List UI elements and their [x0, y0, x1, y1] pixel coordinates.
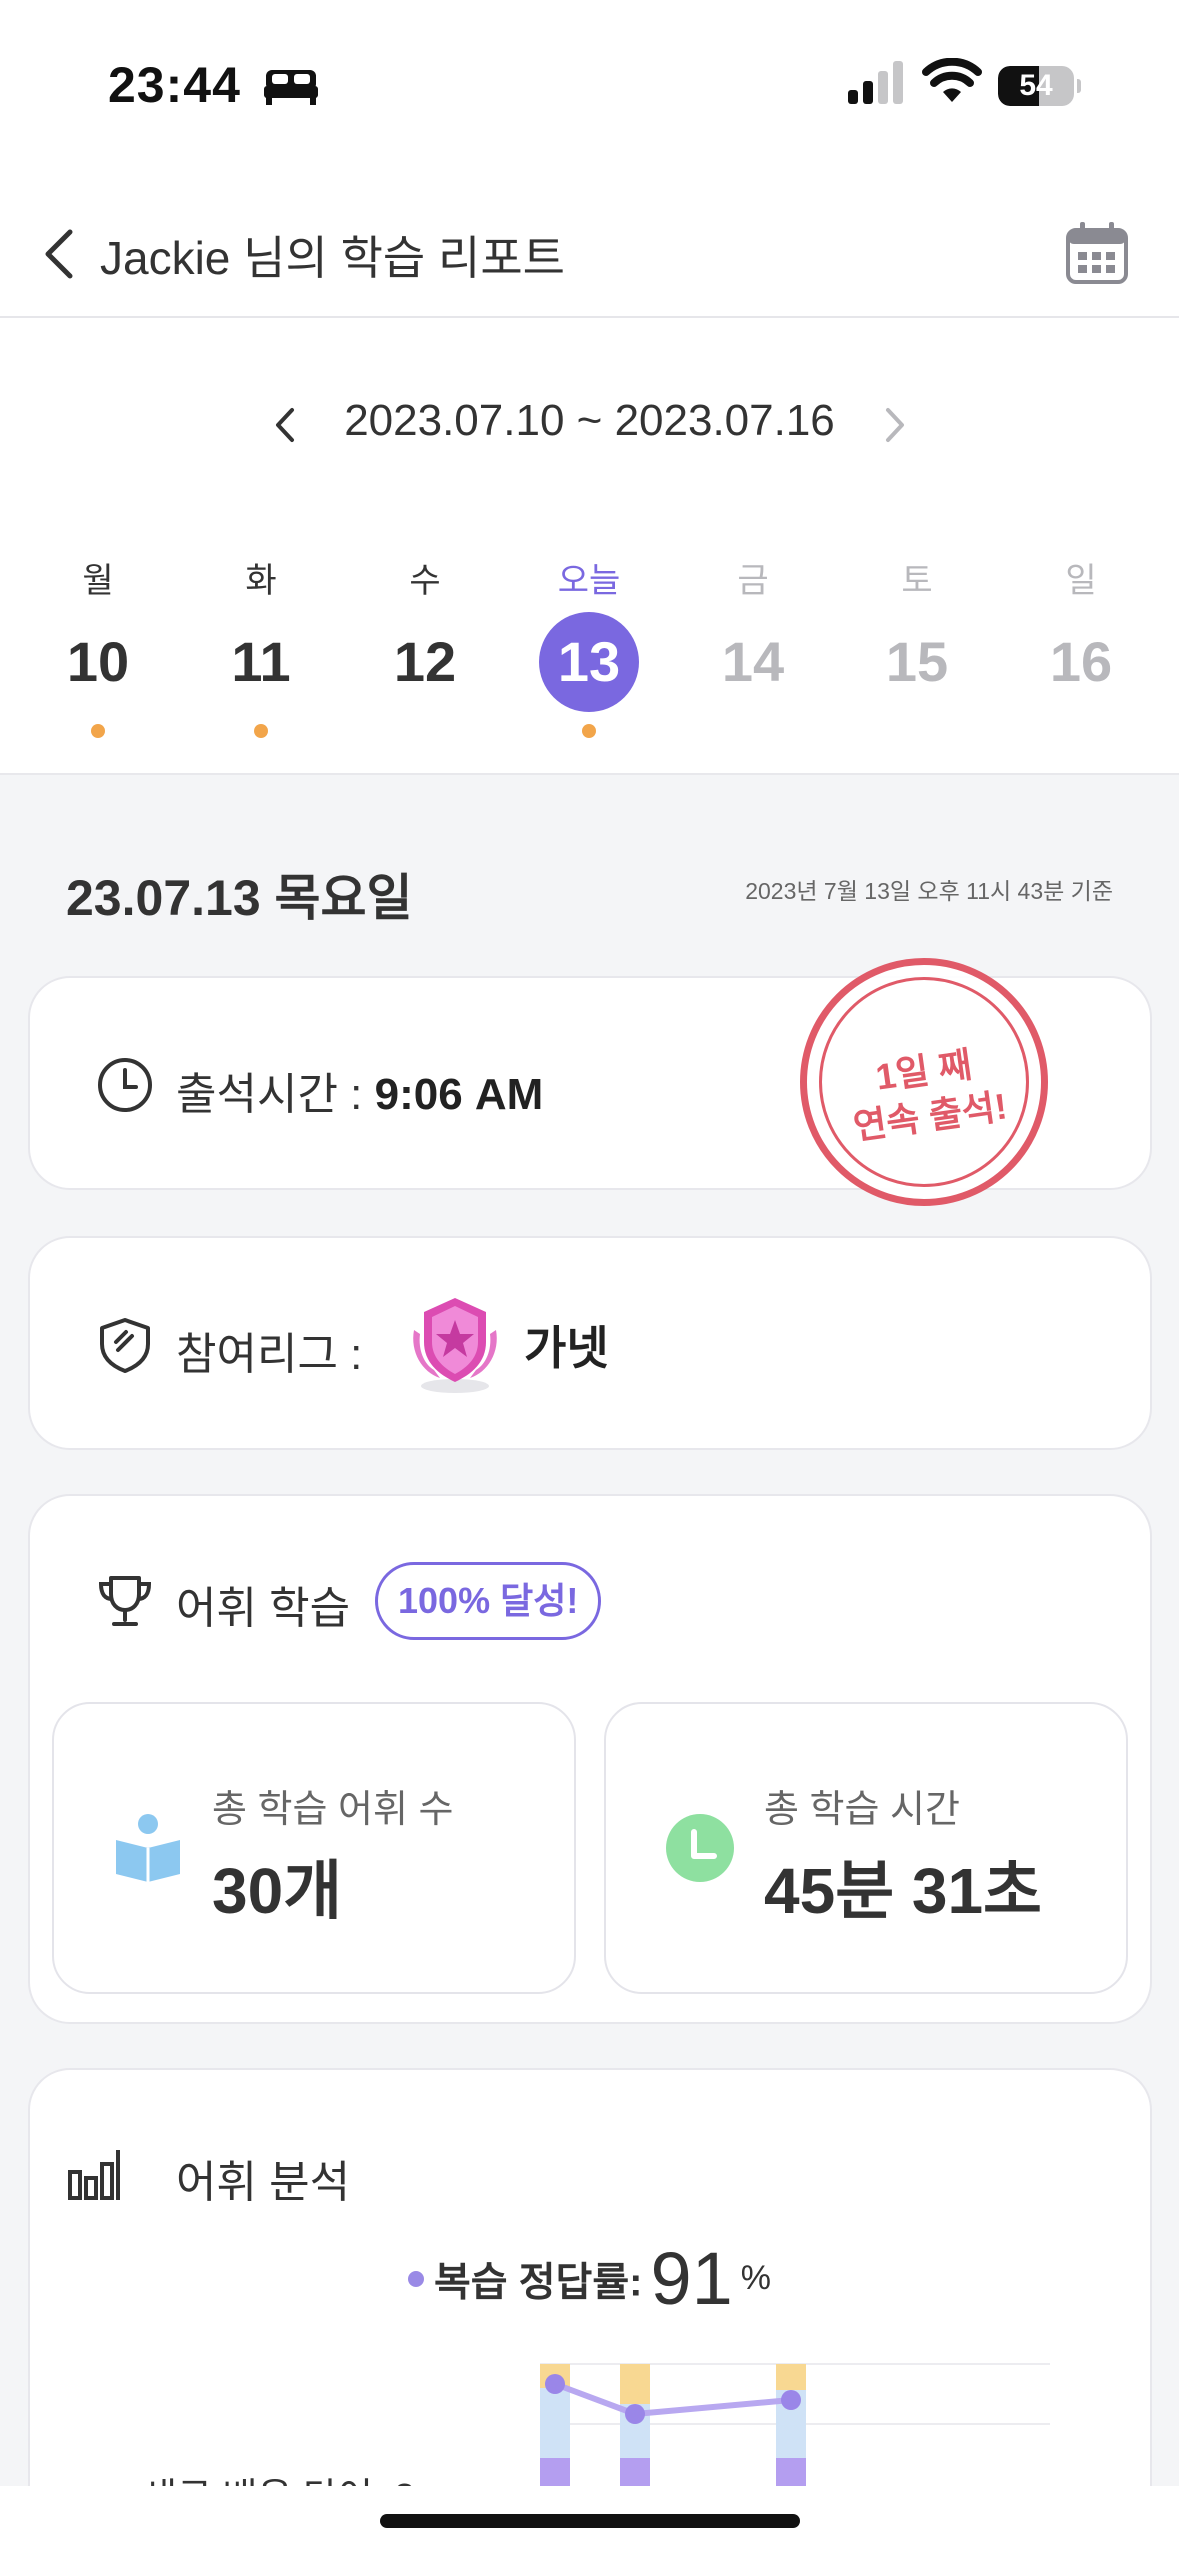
attendance-time: 9:06 AM [374, 1070, 544, 1119]
garnet-league-badge-icon [413, 1298, 497, 1393]
day-6[interactable]: 일 16 [1021, 556, 1141, 746]
bar-segment-wrong [776, 2458, 806, 2488]
day-0[interactable]: 월 10 [38, 556, 158, 746]
wifi-icon [922, 58, 982, 102]
day-label: 일 [1065, 562, 1097, 600]
stat-time-box: 총 학습 시간 45분 31초 [604, 1702, 1128, 1994]
bar-segment-wrong [620, 2458, 650, 2488]
stat-words-box: 총 학습 어휘 수 30개 [52, 1702, 576, 1994]
shield-icon [100, 1318, 150, 1373]
study-dot [254, 724, 268, 738]
day-3[interactable]: 오늘 13 [529, 556, 649, 746]
accuracy-line [553, 2381, 792, 2418]
accuracy-point [625, 2404, 645, 2424]
day-number: 11 [231, 630, 291, 693]
app-header: Jackie 님의 학습 리포트 [0, 200, 1179, 318]
total-words-value: 30개 [212, 1855, 343, 1927]
status-time: 23:44 [108, 57, 241, 113]
back-arrow-icon[interactable] [40, 224, 80, 284]
day-label: 수 [409, 562, 441, 600]
home-indicator[interactable] [380, 2514, 800, 2528]
calendar-icon[interactable] [1064, 220, 1130, 286]
day-5[interactable]: 토 15 [857, 556, 977, 746]
day-label: 화 [245, 562, 277, 600]
achievement-badge: 100% 달성! [375, 1562, 602, 1640]
day-1[interactable]: 화 11 [201, 556, 321, 746]
attendance-label: 출석시간 : 9:06 AM [176, 1058, 543, 1122]
day-2[interactable]: 수 12 [365, 556, 485, 746]
day-number: 10 [66, 630, 130, 693]
total-words-label: 총 학습 어휘 수 [212, 1789, 454, 1831]
day-number: 15 [885, 630, 949, 693]
day-number: 13 [539, 612, 639, 712]
timer-icon [666, 1814, 734, 1882]
day-number: 16 [1049, 630, 1113, 693]
review-rate-unit: % [740, 2259, 771, 2297]
review-rate-value: 91 [650, 2237, 733, 2320]
review-accuracy: 복습 정답률: 91% [0, 2236, 1179, 2321]
day-label: 금 [737, 562, 769, 600]
streak-stamp: 1일 째 연속 출석! [800, 958, 1048, 1206]
bar-segment-new [776, 2364, 806, 2390]
report-basis-time: 2023년 7월 13일 오후 11시 43분 기준 [745, 878, 1113, 904]
bar-chart-icon [68, 2150, 120, 2200]
day-number: 14 [721, 630, 785, 693]
attendance-label-text: 출석시간 : [176, 1070, 363, 1119]
accuracy-point [781, 2390, 801, 2410]
vocab-title: 어휘 학습 [176, 1584, 351, 1633]
league-label: 참여리그 : [176, 1330, 363, 1379]
review-rate-label: 복습 정답률: [434, 2260, 643, 2305]
battery-level: 54 [1019, 69, 1053, 102]
total-time-label: 총 학습 시간 [764, 1789, 960, 1831]
league-name: 가넷 [524, 1322, 609, 1374]
day-label: 월 [82, 562, 114, 600]
battery-indicator: 54 [998, 66, 1081, 106]
week-range: 2023.07.10 ~ 2023.07.16 [344, 396, 835, 445]
day-label: 오늘 [557, 562, 621, 600]
bar-segment-review [540, 2388, 570, 2458]
accuracy-point [545, 2374, 565, 2394]
day-number: 12 [393, 630, 457, 693]
bar-segment-new [620, 2364, 650, 2404]
next-week-icon[interactable] [880, 400, 910, 450]
book-icon [116, 1814, 180, 1882]
total-time-value: 45분 31초 [764, 1855, 1042, 1927]
rate-dot [408, 2270, 424, 2287]
report-date: 23.07.13 목요일 [66, 870, 413, 926]
trophy-icon [98, 1576, 152, 1626]
page-title: Jackie 님의 학습 리포트 [100, 232, 565, 284]
analysis-title: 어휘 분석 [176, 2158, 351, 2207]
bar-segment-wrong [540, 2458, 570, 2488]
clock-icon [98, 1058, 152, 1112]
day-4[interactable]: 금 14 [693, 556, 813, 746]
bed-icon [264, 70, 318, 105]
day-label: 토 [901, 562, 933, 600]
vocab-analysis-chart [540, 2363, 1050, 2488]
study-dot [582, 724, 596, 738]
cellular-signal-icon [848, 61, 903, 104]
study-dot [91, 724, 105, 738]
